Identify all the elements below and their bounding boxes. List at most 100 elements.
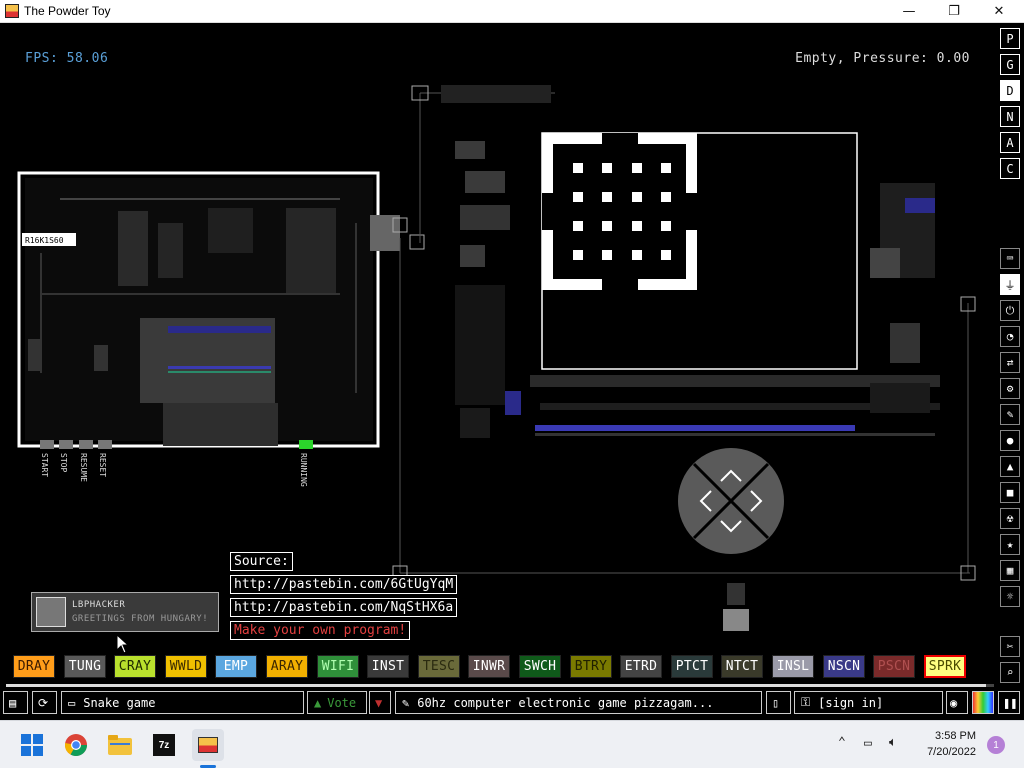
maximize-button[interactable]: ❐ xyxy=(931,0,977,23)
square-icon[interactable]: ■ xyxy=(1000,482,1020,503)
vote-down-button[interactable]: ▼ xyxy=(369,691,391,714)
volume-icon[interactable]: 🔈︎ xyxy=(889,735,897,750)
notification-badge[interactable]: 1 xyxy=(987,736,1005,754)
author-name: LBPHACKER xyxy=(72,600,126,610)
drop-icon[interactable]: ● xyxy=(1000,430,1020,451)
element-ptct-button[interactable]: PTCT xyxy=(671,655,713,678)
mode-button-g[interactable]: G xyxy=(1000,54,1020,75)
element-ntct-button[interactable]: NTCT xyxy=(721,655,763,678)
file-explorer-icon[interactable] xyxy=(104,729,136,761)
reset-label: RESET xyxy=(98,453,107,477)
element-inst-button[interactable]: INST xyxy=(367,655,409,678)
element-cray-button[interactable]: CRAY xyxy=(114,655,156,678)
brush-icon[interactable]: ✎ xyxy=(1000,404,1020,425)
windows-taskbar: 7z ⌃ ▭ 🔈︎ 3:58 PM 7/20/2022 1 xyxy=(0,720,1024,768)
tags-field[interactable]: ✎ 60hz computer electronic game pizzagam… xyxy=(395,691,762,714)
settings-button[interactable]: ◉ xyxy=(946,691,968,714)
resume-label: RESUME xyxy=(79,453,88,482)
mode-button-a[interactable]: A xyxy=(1000,132,1020,153)
author-card[interactable]: LBPHACKER GREETINGS FROM HUNGARY! xyxy=(31,592,219,632)
fps-counter: FPS: 58.06 xyxy=(25,51,109,66)
network-icon[interactable]: ▭ xyxy=(864,736,872,751)
power-icon[interactable]: ⏻ xyxy=(1000,300,1020,321)
running-label: RUNNING xyxy=(299,453,308,487)
element-aray-button[interactable]: ARAY xyxy=(266,655,308,678)
element-wifi-button[interactable]: WIFI xyxy=(317,655,359,678)
vote-label: Vote xyxy=(327,695,357,710)
reload-button[interactable]: ⟳ xyxy=(32,691,57,714)
element-insl-button[interactable]: INSL xyxy=(772,655,814,678)
radiation-icon[interactable]: ☢ xyxy=(1000,508,1020,529)
magnifier-icon[interactable]: ⌕ xyxy=(1000,662,1020,683)
element-sprk-button[interactable]: SPRK xyxy=(924,655,966,678)
open-save-button[interactable]: ▤ xyxy=(3,691,28,714)
sign-in-button[interactable]: ⚿ [sign in] xyxy=(794,691,943,714)
make-own-program-sign[interactable]: Make your own program! xyxy=(230,621,411,640)
element-pscn-button[interactable]: PSCN xyxy=(873,655,915,678)
dpad-control[interactable] xyxy=(678,448,784,554)
bulb-icon[interactable]: ☼ xyxy=(1000,586,1020,607)
close-button[interactable]: ✕ xyxy=(976,0,1022,23)
simulation-viewport[interactable]: R16K1S60 START STOP RESUME RESET RUNNING xyxy=(0,23,1024,720)
pause-button[interactable]: ❚❚ xyxy=(998,691,1020,714)
keyboard-icon[interactable]: ⌨ xyxy=(1000,248,1020,269)
pressure-readout: Empty, Pressure: 0.00 xyxy=(795,51,970,66)
thumbs-up-icon: ▲ xyxy=(314,695,322,710)
author-avatar xyxy=(36,597,66,627)
cpu-board xyxy=(17,171,425,448)
windows-start-icon[interactable] xyxy=(16,729,48,761)
element-btry-button[interactable]: BTRY xyxy=(570,655,612,678)
element-inwr-button[interactable]: INWR xyxy=(468,655,510,678)
vote-up-button[interactable]: ▲ Vote xyxy=(307,691,367,714)
element-wwld-button[interactable]: WWLD xyxy=(165,655,207,678)
mode-button-p[interactable]: P xyxy=(1000,28,1020,49)
source-link-2[interactable]: http://pastebin.com/NqStHX6a xyxy=(230,598,458,617)
7zip-icon[interactable]: 7z xyxy=(148,729,180,761)
clock-date[interactable]: 7/20/2022 xyxy=(916,746,976,758)
star-icon[interactable]: ★ xyxy=(1000,534,1020,555)
grid-icon[interactable]: ▦ xyxy=(1000,560,1020,581)
stop-label: STOP xyxy=(59,453,68,472)
mouse-cursor-icon xyxy=(116,634,130,654)
element-emp-button[interactable]: EMP xyxy=(215,655,257,678)
minimize-button[interactable]: — xyxy=(886,0,932,23)
arrows-icon[interactable]: ⇄ xyxy=(1000,352,1020,373)
clock-time[interactable]: 3:58 PM xyxy=(930,730,976,742)
element-nscn-button[interactable]: NSCN xyxy=(823,655,865,678)
mode-button-d[interactable]: D xyxy=(1000,80,1020,101)
blue-bus xyxy=(535,425,855,431)
mode-button-c[interactable]: C xyxy=(1000,158,1020,179)
new-simulation-button[interactable]: ▯ xyxy=(766,691,791,714)
speaker-block xyxy=(723,609,749,631)
key-icon: ⚿ xyxy=(801,695,811,709)
render-options-button[interactable] xyxy=(972,691,994,714)
element-scrollbar[interactable] xyxy=(6,684,994,687)
mode-button-n[interactable]: N xyxy=(1000,106,1020,127)
cpu-label: R16K1S60 xyxy=(25,236,64,245)
element-tung-button[interactable]: TUNG xyxy=(64,655,106,678)
element-dray-button[interactable]: DRAY xyxy=(13,655,55,678)
sign-in-label: [sign in] xyxy=(818,695,884,710)
tag-icon: ✎ xyxy=(402,695,410,710)
element-tesc-button[interactable]: TESC xyxy=(418,655,460,678)
window-titlebar[interactable]: The Powder Toy — ❐ ✕ xyxy=(0,0,1024,23)
save-title: Snake game xyxy=(83,695,156,710)
element-etrd-button[interactable]: ETRD xyxy=(620,655,662,678)
plug-icon[interactable]: ⏚ xyxy=(1000,274,1020,295)
game-screen xyxy=(541,132,858,370)
flask-icon[interactable]: ▲ xyxy=(1000,456,1020,477)
gear-icon[interactable]: ⚙ xyxy=(1000,378,1020,399)
save-title-field[interactable]: ▭ Snake game xyxy=(61,691,304,714)
powder-toy-taskbar-icon[interactable] xyxy=(192,729,224,761)
chrome-icon[interactable] xyxy=(60,729,92,761)
powder-toy-app-icon xyxy=(5,4,19,18)
window-title: The Powder Toy xyxy=(24,4,111,18)
element-scrollbar-thumb[interactable] xyxy=(6,684,986,687)
author-message: GREETINGS FROM HUNGARY! xyxy=(72,614,209,624)
element-swch-button[interactable]: SWCH xyxy=(519,655,561,678)
chevron-up-icon[interactable]: ⌃ xyxy=(838,735,846,750)
save-tags: 60hz computer electronic game pizzagam..… xyxy=(417,695,714,710)
source-link-1[interactable]: http://pastebin.com/6GtUgYqM xyxy=(230,575,458,594)
clock-icon[interactable]: ◔ xyxy=(1000,326,1020,347)
wrench-icon[interactable]: ✂ xyxy=(1000,636,1020,657)
